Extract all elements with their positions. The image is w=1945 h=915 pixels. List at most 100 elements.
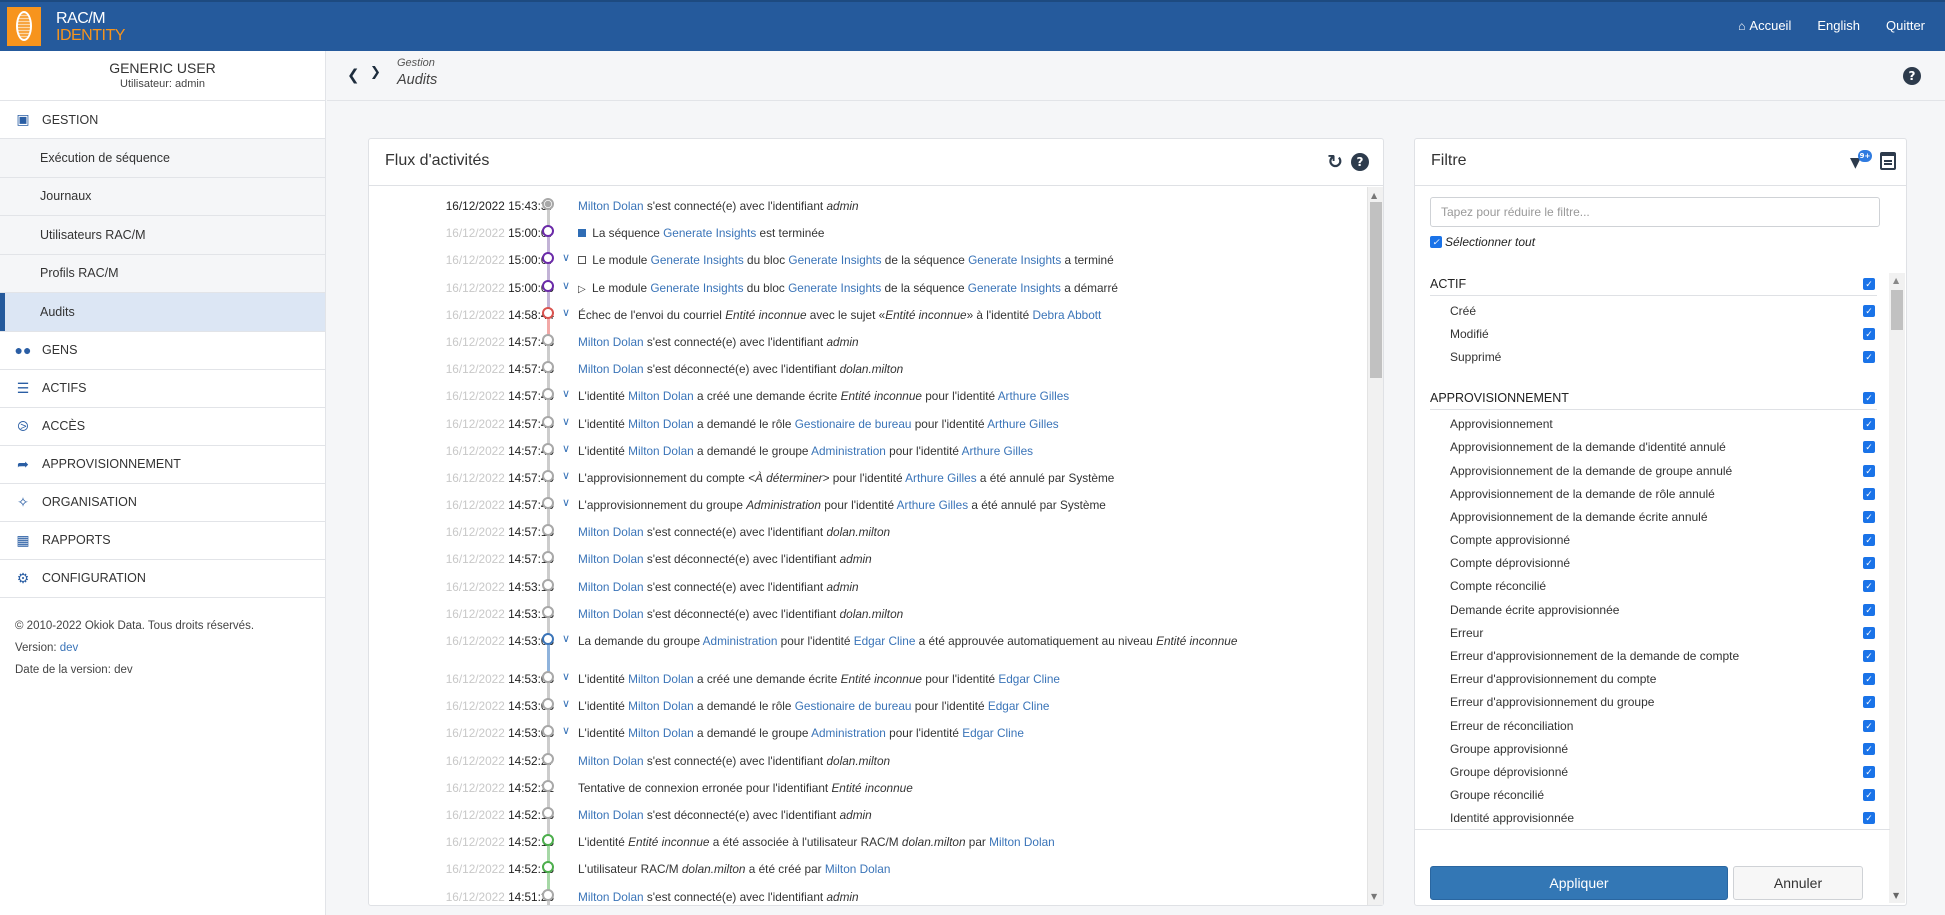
entity-link[interactable]: Generate Insights [663,226,756,240]
help-icon[interactable]: ? [1351,153,1369,171]
entity-link[interactable]: Gestionaire de bureau [795,417,912,431]
entity-link[interactable]: Edgar Cline [854,634,916,648]
entity-link[interactable]: Arthure Gilles [962,444,1033,458]
filter-item[interactable]: Groupe approvisionné ✓ [1430,737,1877,760]
filter-item[interactable]: Erreur d'approvisionnement du groupe ✓ [1430,691,1877,714]
filter-item[interactable]: Demande écrite approvisionnée ✓ [1430,598,1877,621]
help-icon[interactable]: ? [1903,67,1921,85]
expand-chevron-icon[interactable]: ∨ [562,724,570,737]
checkbox-checked-icon[interactable]: ✓ [1863,350,1875,363]
filter-item[interactable]: Compte approvisionné ✓ [1430,529,1877,552]
sidebar-item-journaux[interactable]: Journaux [0,177,325,216]
calendar-icon[interactable] [1880,152,1896,170]
expand-chevron-icon[interactable]: ∨ [562,387,570,400]
entity-link[interactable]: Milton Dolan [628,726,694,740]
filter-item[interactable]: Groupe déprovisionné ✓ [1430,760,1877,783]
checkbox-checked-icon[interactable]: ✓ [1430,236,1442,248]
filter-item[interactable]: Groupe réconcilié ✓ [1430,784,1877,807]
entity-link[interactable]: Milton Dolan [628,444,694,458]
entity-link[interactable]: Debra Abbott [1032,308,1101,322]
expand-chevron-icon[interactable]: ∨ [562,251,570,264]
breadcrumb-parent[interactable]: Gestion [397,57,435,69]
sidebar-item-acces[interactable]: ⧁ ACCÈS [0,408,325,446]
refresh-icon[interactable]: ↻ [1327,153,1343,172]
entity-link[interactable]: Generate Insights [651,253,744,267]
cancel-button[interactable]: Annuler [1733,866,1863,900]
entity-link[interactable]: Milton Dolan [578,808,644,822]
entity-link[interactable]: Generate Insights [968,253,1061,267]
entity-link[interactable]: Milton Dolan [578,580,644,594]
entity-link[interactable]: Milton Dolan [578,199,644,213]
entity-link[interactable]: Milton Dolan [628,389,694,403]
checkbox-checked-icon[interactable]: ✓ [1863,418,1875,431]
scrollbar-thumb[interactable] [1891,290,1903,330]
checkbox-checked-icon[interactable]: ✓ [1863,487,1875,500]
expand-chevron-icon[interactable]: ∨ [562,279,570,292]
checkbox-checked-icon[interactable]: ✓ [1863,278,1875,290]
expand-chevron-icon[interactable]: ∨ [562,496,570,509]
sidebar-item-audits[interactable]: Audits [0,293,325,332]
checkbox-checked-icon[interactable]: ✓ [1863,557,1875,570]
entity-link[interactable]: Milton Dolan [578,607,644,621]
checkbox-checked-icon[interactable]: ✓ [1863,673,1875,686]
apply-button[interactable]: Appliquer [1430,866,1728,900]
filter-item[interactable]: Erreur de réconciliation ✓ [1430,714,1877,737]
entity-link[interactable]: Milton Dolan [578,552,644,566]
filter-item[interactable]: Créé ✓ [1430,299,1877,322]
filter-item[interactable]: Approvisionnement de la demande de group… [1430,459,1877,482]
scrollbar-thumb[interactable] [1370,202,1382,378]
expand-chevron-icon[interactable]: ∨ [562,442,570,455]
language-link[interactable]: English [1817,18,1860,33]
checkbox-checked-icon[interactable]: ✓ [1863,789,1875,802]
scroll-up-arrow-icon[interactable]: ▲ [1371,191,1377,200]
entity-link[interactable]: Gestionaire de bureau [795,699,912,713]
filter-item[interactable]: Erreur d'approvisionnement du compte ✓ [1430,668,1877,691]
back-chevron-icon[interactable]: ❮ [347,66,360,84]
entity-link[interactable]: Administration [703,634,778,648]
entity-link[interactable]: Milton Dolan [578,890,644,904]
quit-link[interactable]: Quitter [1886,18,1925,33]
entity-link[interactable]: Generate Insights [788,253,881,267]
home-link[interactable]: ⌂ Accueil [1738,18,1791,33]
entity-link[interactable]: Generate Insights [968,281,1061,295]
expand-chevron-icon[interactable]: ∨ [562,306,570,319]
chevron-down-icon[interactable]: ❯ [370,65,381,80]
entity-link[interactable]: Generate Insights [650,281,743,295]
entity-link[interactable]: Edgar Cline [998,672,1060,686]
filter-search-input[interactable] [1430,197,1880,227]
scroll-down-arrow-icon[interactable]: ▼ [1371,892,1377,901]
filter-item[interactable]: Approvisionnement de la demande d'identi… [1430,436,1877,459]
filter-group-header[interactable]: ACTIF ✓ [1430,273,1877,296]
filter-item[interactable]: Supprimé ✓ [1430,345,1877,368]
expand-chevron-icon[interactable]: ∨ [562,415,570,428]
version-link[interactable]: dev [60,642,79,654]
entity-link[interactable]: Milton Dolan [628,672,694,686]
entity-link[interactable]: Administration [811,726,886,740]
scroll-down-arrow-icon[interactable]: ▼ [1893,891,1899,900]
checkbox-checked-icon[interactable]: ✓ [1863,696,1875,709]
expand-chevron-icon[interactable]: ∨ [562,697,570,710]
filter-scrollbar[interactable]: ▲ ▼ [1889,273,1905,903]
entity-link[interactable]: Arthure Gilles [905,471,976,485]
entity-link[interactable]: Milton Dolan [578,525,644,539]
sidebar-item-gens[interactable]: ●● GENS [0,332,325,370]
entity-link[interactable]: Milton Dolan [628,699,694,713]
checkbox-checked-icon[interactable]: ✓ [1863,510,1875,523]
entity-link[interactable]: Edgar Cline [962,726,1024,740]
filter-item[interactable]: Approvisionnement de la demande de rôle … [1430,482,1877,505]
checkbox-checked-icon[interactable]: ✓ [1863,534,1875,547]
entity-link[interactable]: Edgar Cline [988,699,1050,713]
sidebar-item-configuration[interactable]: ⚙ CONFIGURATION [0,560,325,598]
checkbox-checked-icon[interactable]: ✓ [1863,765,1875,778]
checkbox-checked-icon[interactable]: ✓ [1863,626,1875,639]
entity-link[interactable]: Arthure Gilles [987,417,1058,431]
checkbox-checked-icon[interactable]: ✓ [1863,327,1875,340]
filter-item[interactable]: Compte déprovisionné ✓ [1430,552,1877,575]
entity-link[interactable]: Milton Dolan [578,754,644,768]
activity-scrollbar[interactable]: ▲ ▼ [1367,187,1383,905]
checkbox-checked-icon[interactable]: ✓ [1863,650,1875,663]
filter-item[interactable]: Erreur d'approvisionnement de la demande… [1430,644,1877,667]
sidebar-item-profils-racm[interactable]: Profils RAC/M [0,254,325,293]
sidebar-item-rapports[interactable]: ▦ RAPPORTS [0,522,325,560]
filter-count-button[interactable]: ▼ 9+ [1850,150,1872,172]
